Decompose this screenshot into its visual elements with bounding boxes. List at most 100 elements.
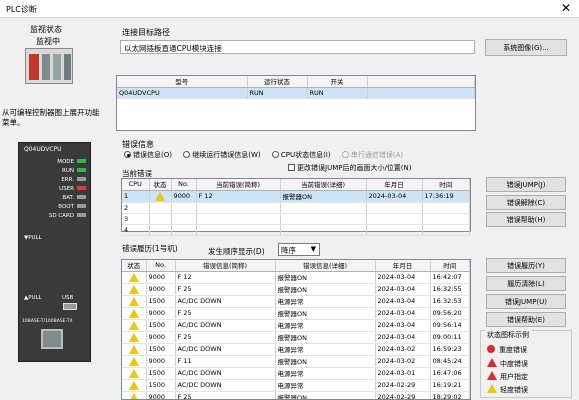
error-info-label: 错误信息 xyxy=(122,140,154,149)
history-row[interactable]: 9000 F 25 报警器ON 2024-03-04 09:56:20 xyxy=(122,307,470,320)
current-error-cell xyxy=(280,213,367,225)
current-error-cell: 报警器ON xyxy=(280,190,367,203)
history-row[interactable]: 1500 AC/DC DOWN 电源异常 2024-03-02 16:59:23 xyxy=(122,343,470,356)
current-error-cell xyxy=(196,213,281,225)
module-table: 型号 运行状态 开关 Q04UDVCPU RUN RUN xyxy=(116,75,476,131)
history-cell: 1500 xyxy=(146,343,176,356)
history-row[interactable]: 9000 F 25 报警器ON 2024-03-04 09:00:11 xyxy=(122,331,470,344)
history-header[interactable]: 错误信息(详细) xyxy=(275,260,376,272)
module-cell: RUN xyxy=(247,87,308,99)
current-error-cell: 3 xyxy=(122,213,150,225)
history-cell: 16:59:23 xyxy=(430,343,470,356)
current-error-header[interactable]: 年月日 xyxy=(366,179,423,191)
history-cell: AC/DC DOWN xyxy=(175,379,276,392)
history-header[interactable]: 年月日 xyxy=(375,260,431,272)
usb-port-icon xyxy=(63,303,77,310)
error-jump-button[interactable]: 错误JUMP(J) xyxy=(486,177,566,192)
history-cell: F 12 xyxy=(175,271,276,284)
current-error-row[interactable]: 3 xyxy=(122,213,470,225)
history-cell: 报警器ON xyxy=(275,271,376,284)
history-row[interactable]: 9000 F 11 报警器ON 2024-03-02 08:45:24 xyxy=(122,355,470,368)
legend-item: 轻度错误 xyxy=(487,383,528,396)
current-error-cell xyxy=(366,202,423,214)
history-row[interactable]: 9000 F 25 报警器ON 2024-03-04 16:32:55 xyxy=(122,283,470,296)
history-cell: 9000 xyxy=(146,307,176,320)
cpu-module-image[interactable]: Q04UDVCPU MODE RUN ERR. USER BAT. BOOT SD CARD… xyxy=(18,142,91,362)
history-row[interactable]: 1500 AC/DC DOWN 电源异常 2024-03-04 16:32:53 xyxy=(122,295,470,308)
radio-error-info[interactable]: 错误信息(O) xyxy=(124,151,172,159)
history-cell: 报警器ON xyxy=(275,355,376,368)
monitor-icon[interactable] xyxy=(25,48,73,84)
current-error-header[interactable]: 状态 xyxy=(149,179,172,191)
error-help-button[interactable]: 错误帮助(H) xyxy=(486,212,566,227)
history-cell: 电源异常 xyxy=(275,367,376,380)
history-cell: 2024-03-02 xyxy=(375,343,431,356)
warning-yellow-icon xyxy=(128,272,139,282)
current-error-cell: 17:36:19 xyxy=(422,190,470,203)
error-history-button[interactable]: 错误履历(Y) xyxy=(486,258,566,273)
led-indicator-icon xyxy=(77,204,86,208)
history-cell: AC/DC DOWN xyxy=(175,295,276,308)
current-error-cell xyxy=(171,224,197,236)
history-row[interactable]: 9000 F 25 报警器ON 2024-02-29 18:29:02 xyxy=(122,391,470,399)
order-select[interactable]: 降序 ▼ xyxy=(278,243,320,256)
current-error-cell xyxy=(422,202,470,214)
history-row[interactable]: 9000 F 12 报警器ON 2024-03-04 16:42:07 xyxy=(122,271,470,284)
history-header[interactable]: No. xyxy=(146,260,176,272)
history-cell: AC/DC DOWN xyxy=(175,319,276,332)
history-header[interactable]: 错误信息(简称) xyxy=(175,260,276,272)
legend-title: 状态图标示例 xyxy=(485,330,531,340)
history-cell: 2024-03-04 xyxy=(375,283,431,296)
current-error-header[interactable]: No. xyxy=(171,179,197,191)
current-error-row[interactable]: 4 xyxy=(122,224,470,236)
title-bar: PLC诊断 ✕ xyxy=(0,0,579,18)
current-error-header[interactable]: 当前错误(详细) xyxy=(280,179,367,191)
history-cell: 16:32:55 xyxy=(430,283,470,296)
history-row[interactable]: 1500 AC/DC DOWN 电源异常 2024-03-04 09:56:14 xyxy=(122,319,470,332)
side-hint: 从可编程控制器图上展开功能菜单。 xyxy=(2,108,100,127)
history-clear-button[interactable]: 履历清除(L) xyxy=(486,276,566,291)
led-indicator-icon xyxy=(77,213,86,217)
radio-continue-error[interactable]: 继续运行错误信息(W) xyxy=(183,151,261,159)
history-header[interactable]: 状态 xyxy=(122,260,147,272)
current-error-table: CPU 状态 No. 当前错误(简称) 当前错误(详细) 年月日 时间 1 9000 F 12 报… xyxy=(121,178,471,236)
cpu-led-sd-card: SD CARD xyxy=(22,212,86,221)
system-image-button[interactable]: 系统图像(G)... xyxy=(485,39,567,56)
history-cell: F 25 xyxy=(175,307,276,320)
module-row[interactable]: Q04UDVCPU RUN RUN xyxy=(117,87,475,99)
history-cell: 1500 xyxy=(146,319,176,332)
current-error-row[interactable]: 2 xyxy=(122,202,470,214)
current-error-header[interactable]: CPU xyxy=(122,179,150,191)
resize-checkbox[interactable]: 更改错误JUMP后的画面大小/位置(N) xyxy=(288,163,412,173)
history-row[interactable]: 1500 AC/DC DOWN 电源异常 2024-02-29 16:19:21 xyxy=(122,379,470,392)
current-error-header[interactable]: 当前错误(简称) xyxy=(196,179,281,191)
history-cell: 电源异常 xyxy=(275,295,376,308)
status-cell xyxy=(122,307,147,320)
status-cell xyxy=(122,343,147,356)
history-row[interactable]: 1500 AC/DC DOWN 电源异常 2024-03-01 16:47:06 xyxy=(122,367,470,380)
status-cell xyxy=(122,319,147,332)
history-cell: 报警器ON xyxy=(275,307,376,320)
current-error-cell: 9000 xyxy=(171,190,197,203)
status-cell xyxy=(122,355,147,368)
current-error-cell: F 12 xyxy=(196,190,281,203)
status-cell xyxy=(122,379,147,392)
history-cell: 9000 xyxy=(146,271,176,284)
radio-cpu-status[interactable]: CPU状态信息(I) xyxy=(271,151,331,159)
history-cell: 电源异常 xyxy=(275,343,376,356)
history-cell: 09:56:14 xyxy=(430,319,470,332)
error-clear-button[interactable]: 错误解除(C) xyxy=(486,195,566,210)
history-jump-button[interactable]: 错误JUMP(U) xyxy=(486,294,566,309)
status-cell xyxy=(122,295,147,308)
history-cell: 09:00:11 xyxy=(430,331,470,344)
close-icon[interactable]: ✕ xyxy=(561,1,571,15)
current-error-cell xyxy=(422,224,470,236)
current-error-row[interactable]: 1 9000 F 12 报警器ON 2024-03-04 17:36:19 xyxy=(122,190,470,203)
current-error-cell xyxy=(366,224,423,236)
warning-yellow-icon xyxy=(128,284,139,294)
current-error-header[interactable]: 时间 xyxy=(422,179,470,191)
cpu-model-label: Q04UDVCPU xyxy=(24,146,62,153)
history-help-button[interactable]: 错误帮助(E) xyxy=(486,312,566,327)
current-error-cell xyxy=(366,213,423,225)
history-header[interactable]: 时间 xyxy=(430,260,470,272)
